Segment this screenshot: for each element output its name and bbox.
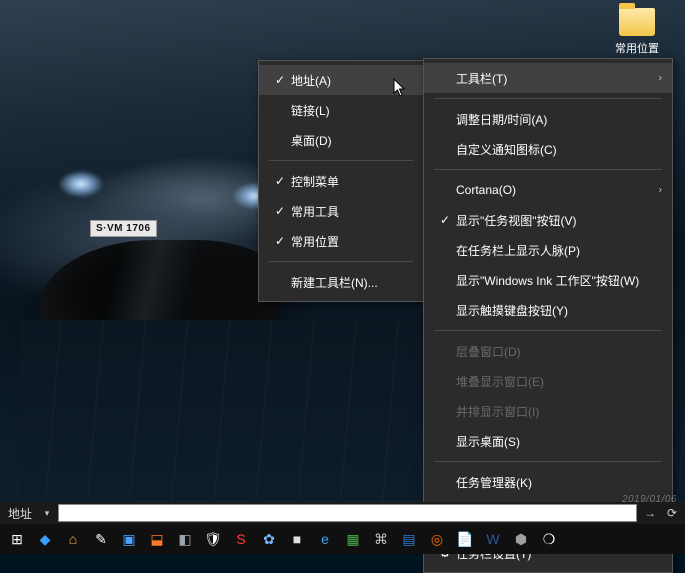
menu-item[interactable]: 显示"Windows Ink 工作区"按钮(W) [424, 265, 672, 295]
menu-item[interactable]: 自定义通知图标(C) [424, 134, 672, 164]
app-icon-10[interactable]: ■ [284, 526, 310, 552]
menu-item[interactable]: ✓地址(A) [259, 65, 423, 95]
app-icon-18[interactable]: ⬢ [508, 526, 534, 552]
menu-item-label: 自定义通知图标(C) [456, 141, 644, 158]
check-icon: ✓ [269, 174, 291, 188]
menu-item[interactable]: 链接(L) [259, 95, 423, 125]
menu-item[interactable]: 显示触摸键盘按钮(Y) [424, 295, 672, 325]
app-icon-11[interactable]: e [312, 526, 338, 552]
address-label: 地址 [4, 505, 36, 522]
app-icon-15[interactable]: ◎ [424, 526, 450, 552]
app-icon-8[interactable]: S [228, 526, 254, 552]
menu-item: 堆叠显示窗口(E) [424, 366, 672, 396]
address-dropdown-icon[interactable]: ▾ [40, 508, 54, 519]
menu-separator [434, 169, 662, 170]
app-icon-6[interactable]: ◧ [172, 526, 198, 552]
refresh-icon[interactable]: ⟳ [663, 504, 681, 522]
menu-item-label: 显示"任务视图"按钮(V) [456, 212, 644, 229]
menu-item[interactable]: ✓显示"任务视图"按钮(V) [424, 205, 672, 235]
check-icon: ✓ [269, 204, 291, 218]
menu-item-label: 显示触摸键盘按钮(Y) [456, 302, 644, 319]
menu-item[interactable]: 工具栏(T) › [424, 63, 672, 93]
menu-item-label: 显示"Windows Ink 工作区"按钮(W) [456, 272, 644, 289]
app-icon-13[interactable]: ⌘ [368, 526, 394, 552]
wallpaper-license-plate: S·VM 1706 [90, 220, 157, 237]
menu-item-label: 工具栏(T) [456, 70, 644, 87]
app-icon-2[interactable]: ⌂ [60, 526, 86, 552]
app-icon-17[interactable]: W [480, 526, 506, 552]
menu-separator [434, 330, 662, 331]
menu-item: 并排显示窗口(I) [424, 396, 672, 426]
menu-separator [434, 98, 662, 99]
menu-separator [269, 261, 413, 262]
menu-item[interactable]: 显示桌面(S) [424, 426, 672, 456]
menu-item-label: 任务管理器(K) [456, 474, 644, 491]
app-icon-9[interactable]: ✿ [256, 526, 282, 552]
menu-item[interactable]: 任务管理器(K) [424, 467, 672, 497]
menu-item[interactable]: ✓常用工具 [259, 196, 423, 226]
menu-item-label: 新建工具栏(N)... [291, 274, 395, 291]
folder-icon [619, 8, 655, 36]
toolbars-submenu: ✓地址(A)链接(L)桌面(D)✓控制菜单✓常用工具✓常用位置新建工具栏(N).… [258, 60, 424, 302]
menu-item-label: 控制菜单 [291, 173, 395, 190]
menu-separator [434, 461, 662, 462]
app-icon-7[interactable]: 🛡 [200, 526, 226, 552]
check-icon: ✓ [434, 213, 456, 227]
menu-item[interactable]: 调整日期/时间(A) [424, 104, 672, 134]
menu-item: 层叠窗口(D) [424, 336, 672, 366]
app-icon-12[interactable]: ▦ [340, 526, 366, 552]
desktop-folder[interactable]: 常用位置 [615, 8, 659, 56]
menu-item-label: 链接(L) [291, 102, 395, 119]
check-icon: ✓ [269, 73, 291, 87]
menu-item[interactable]: Cortana(O) › [424, 175, 672, 205]
menu-item[interactable]: 新建工具栏(N)... [259, 267, 423, 297]
app-icon-1[interactable]: ◆ [32, 526, 58, 552]
menu-item-label: 常用工具 [291, 203, 395, 220]
menu-separator [269, 160, 413, 161]
menu-item[interactable]: 桌面(D) [259, 125, 423, 155]
menu-item-label: 堆叠显示窗口(E) [456, 373, 644, 390]
app-icon-5[interactable]: ⬓ [144, 526, 170, 552]
menu-item[interactable]: ✓控制菜单 [259, 166, 423, 196]
menu-item-label: 显示桌面(S) [456, 433, 644, 450]
menu-item-label: Cortana(O) [456, 183, 644, 197]
app-icon-4[interactable]: ▣ [116, 526, 142, 552]
menu-item-label: 并排显示窗口(I) [456, 403, 644, 420]
app-icon-19[interactable]: ❍ [536, 526, 562, 552]
menu-item-label: 在任务栏上显示人脉(P) [456, 242, 644, 259]
start-icon[interactable]: ⊞ [4, 526, 30, 552]
app-icon-14[interactable]: ▤ [396, 526, 422, 552]
address-input[interactable] [58, 504, 637, 522]
address-toolbar: 地址 ▾ → ⟳ [0, 502, 685, 524]
menu-item-label: 层叠窗口(D) [456, 343, 644, 360]
menu-item-label: 桌面(D) [291, 132, 395, 149]
app-icon-16[interactable]: 📄 [452, 526, 478, 552]
menu-item[interactable]: ✓常用位置 [259, 226, 423, 256]
menu-item[interactable]: 在任务栏上显示人脉(P) [424, 235, 672, 265]
submenu-arrow-icon: › [659, 73, 662, 84]
menu-item-label: 常用位置 [291, 233, 395, 250]
desktop-folder-label: 常用位置 [615, 40, 659, 56]
taskbar: ⊞◆⌂✎▣⬓◧🛡S✿■e▦⌘▤◎📄W⬢❍ [0, 524, 685, 554]
go-icon[interactable]: → [641, 504, 659, 522]
menu-item-label: 调整日期/时间(A) [456, 111, 644, 128]
menu-item-label: 地址(A) [291, 72, 395, 89]
app-icon-3[interactable]: ✎ [88, 526, 114, 552]
wallpaper-detail [58, 170, 104, 198]
submenu-arrow-icon: › [659, 185, 662, 196]
check-icon: ✓ [269, 234, 291, 248]
